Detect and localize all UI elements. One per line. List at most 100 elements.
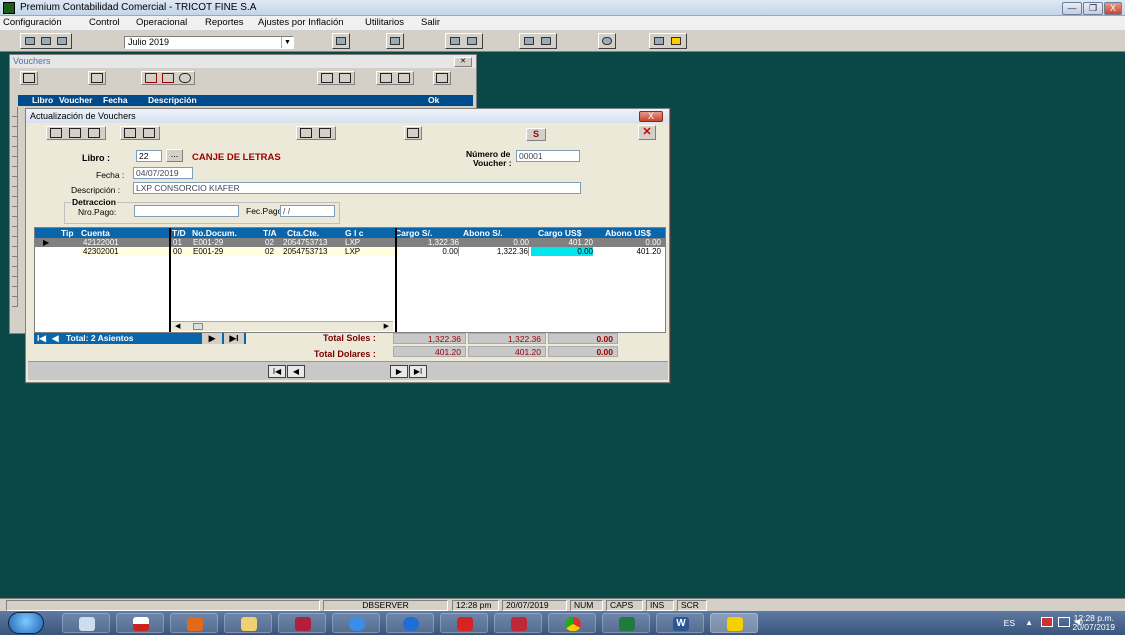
asientos-nav-bar: I◀ ◀ Total: 2 Asientos ▶ ▶I	[34, 333, 246, 344]
form-close-button[interactable]: X	[639, 111, 663, 122]
status-num: NUM	[570, 600, 603, 611]
pdf-icon	[295, 617, 311, 631]
taskbar-app-red[interactable]	[494, 613, 542, 633]
cell-cuenta: 42302001	[81, 247, 169, 256]
toolbar-help-group[interactable]	[649, 33, 687, 49]
total-soles-diff: 0.00	[548, 333, 618, 344]
fecha-input[interactable]: 04/07/2019	[133, 167, 193, 179]
network-icon[interactable]	[1058, 617, 1070, 627]
close-app-button[interactable]: X	[1104, 2, 1122, 15]
toolbar-calc-button[interactable]	[332, 33, 350, 49]
nav-first-button[interactable]: I◀	[37, 333, 46, 344]
nro-pago-input[interactable]	[134, 205, 239, 217]
menu-control[interactable]: Control	[89, 17, 120, 28]
vouchers-print-group[interactable]	[317, 71, 355, 85]
copy-icon	[162, 73, 174, 83]
descripcion-input[interactable]: LXP CONSORCIO KIAFER	[133, 182, 581, 194]
table-row[interactable]: ▶ 42122001 01 E001-29 02 2054753713 LXP …	[35, 238, 665, 247]
grid-icon	[524, 37, 534, 45]
vouchers-exit-button[interactable]	[433, 71, 451, 85]
preview-icon	[143, 128, 155, 138]
menu-salir[interactable]: Salir	[421, 17, 440, 28]
toolbar-group-3[interactable]	[445, 33, 483, 49]
language-indicator[interactable]: ES	[1004, 618, 1015, 628]
scroll-thumb[interactable]	[193, 323, 203, 330]
menu-reportes[interactable]: Reportes	[205, 17, 244, 28]
chevron-down-icon[interactable]: ▼	[281, 37, 293, 48]
toolbar-info-button[interactable]	[598, 33, 616, 49]
toolbar-group-1[interactable]	[20, 33, 72, 49]
minimize-button[interactable]: —	[1062, 2, 1082, 15]
period-select[interactable]: Julio 2019 ▼	[124, 36, 294, 49]
toolbar-group-4[interactable]	[519, 33, 557, 49]
nav-prev-button[interactable]: ◀	[52, 333, 59, 344]
libro-input[interactable]: 22	[136, 150, 162, 162]
calculator-icon	[407, 128, 419, 138]
s-button[interactable]: S	[526, 128, 546, 141]
chevron-up-icon[interactable]: ▲	[1025, 618, 1033, 627]
status-server: DBSERVER	[323, 600, 448, 611]
form-print-group[interactable]	[120, 126, 160, 140]
cell-cuenta: 42122001	[83, 238, 119, 247]
table-row[interactable]: 42302001 00 E001-29 02 2054753713 LXP 0.…	[35, 247, 665, 256]
form-edit-group[interactable]	[296, 126, 336, 140]
edit-icon	[69, 128, 81, 138]
form-calc-button[interactable]	[404, 126, 422, 140]
flag-tray-icon[interactable]	[1041, 617, 1053, 627]
save-icon	[319, 128, 331, 138]
total-soles-abono: 1,322.36	[468, 333, 546, 344]
col-cuenta: Cuenta	[81, 228, 110, 238]
menu-configuracion[interactable]: Configuración	[3, 17, 62, 28]
grid-splitter[interactable]	[169, 228, 171, 332]
scroll-right-icon[interactable]: ▶	[384, 322, 389, 330]
menu-ajustes[interactable]: Ajustes por Inflación	[258, 17, 344, 28]
taskbar-word[interactable]: W	[656, 613, 704, 633]
form-cancel-button[interactable]: ✕	[638, 125, 656, 140]
cell-cargo-usd[interactable]: 0.00	[531, 247, 593, 256]
toolbar-chart-button[interactable]	[386, 33, 404, 49]
cell-ctacte: 2054753713	[283, 238, 328, 247]
taskbar-excel[interactable]	[602, 613, 650, 633]
vouchers-actions-group[interactable]	[141, 71, 195, 85]
grid-hscrollbar[interactable]: ◀ ▶	[171, 321, 393, 331]
col-td: T/D	[172, 228, 186, 238]
taskbar-ie[interactable]	[332, 613, 380, 633]
vouchers-sort-group[interactable]	[376, 71, 414, 85]
nav-next-button[interactable]: ▶	[202, 333, 222, 344]
record-last-button[interactable]: ▶I	[409, 365, 427, 378]
cell-td: 00	[173, 247, 182, 256]
taskbar-chrome[interactable]	[548, 613, 596, 633]
taskbar-contabilidad[interactable]	[710, 613, 758, 633]
taskbar-pdf[interactable]	[278, 613, 326, 633]
tools-icon	[450, 37, 460, 45]
fec-pago-input[interactable]: / /	[280, 205, 335, 217]
libro-name: CANJE DE LETRAS	[192, 152, 281, 163]
menu-operacional[interactable]: Operacional	[136, 17, 187, 28]
vouchers-view-button[interactable]	[88, 71, 106, 85]
record-first-button[interactable]: I◀	[268, 365, 286, 378]
libro-lookup-button[interactable]: ...	[166, 149, 183, 162]
form-nav-group[interactable]	[46, 126, 106, 140]
nav-last-button[interactable]: ▶I	[224, 333, 244, 344]
taskbar-acrobat[interactable]	[440, 613, 488, 633]
record-prev-button[interactable]: ◀	[287, 365, 305, 378]
voucher-number-input[interactable]: 00001	[516, 150, 580, 162]
numero-label-2: Voucher :	[473, 158, 512, 168]
taskbar-app-flag[interactable]	[116, 613, 164, 633]
start-button[interactable]	[8, 612, 44, 634]
vouchers-edit-button[interactable]	[20, 71, 38, 85]
cell-td: 01	[173, 238, 182, 247]
total-soles-label: Total Soles :	[323, 333, 376, 343]
menu-utilitarios[interactable]: Utilitarios	[365, 17, 404, 28]
taskbar-calculator[interactable]	[62, 613, 110, 633]
vouchers-close-button[interactable]: ✕	[454, 57, 472, 67]
taskbar-teamviewer[interactable]	[386, 613, 434, 633]
maximize-button[interactable]: ❐	[1083, 2, 1103, 15]
calculator-icon	[79, 617, 95, 631]
scroll-left-icon[interactable]: ◀	[175, 322, 180, 330]
grid-splitter[interactable]	[395, 228, 397, 332]
taskbar-outlook[interactable]	[170, 613, 218, 633]
taskbar-explorer[interactable]	[224, 613, 272, 633]
taskbar-clock[interactable]: 12:28 p.m. 20/07/2019	[1072, 614, 1115, 632]
record-next-button[interactable]: ▶	[390, 365, 408, 378]
